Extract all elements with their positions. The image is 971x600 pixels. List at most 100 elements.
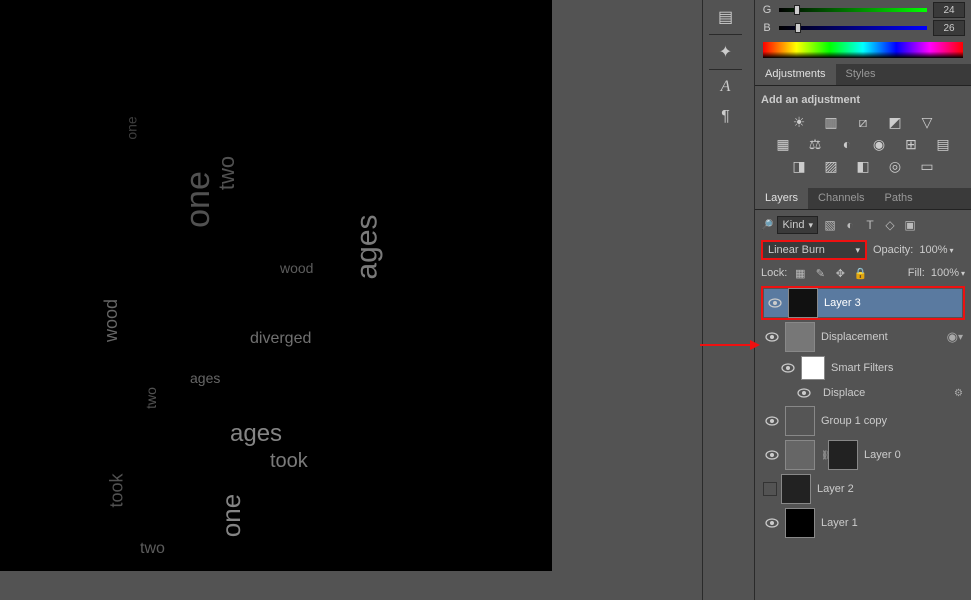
tab-styles[interactable]: Styles — [836, 64, 886, 85]
character-icon[interactable]: A — [711, 74, 741, 100]
visibility-toggle-off[interactable] — [763, 482, 777, 496]
layer-name[interactable]: Displacement — [821, 331, 943, 343]
opacity-label: Opacity: — [873, 244, 913, 256]
visibility-toggle[interactable] — [763, 446, 781, 464]
filter-shape-icon[interactable]: ◇ — [882, 217, 898, 233]
adjustments-panel: Adjustments Styles Add an adjustment ☀ ▥… — [755, 64, 971, 188]
layer-name[interactable]: Layer 0 — [864, 449, 963, 461]
right-panel-stack: G B Adjustments Styles Add an adjustment… — [754, 0, 971, 600]
layer-row[interactable]: Layer 1 — [761, 506, 965, 540]
art-word: ages — [351, 214, 385, 279]
photo-filter-icon[interactable]: ◉ — [870, 136, 888, 152]
g-slider[interactable] — [779, 5, 927, 15]
g-input[interactable] — [933, 2, 965, 18]
tab-paths[interactable]: Paths — [875, 188, 923, 209]
filter-mask-thumbnail[interactable] — [801, 356, 825, 380]
levels-icon[interactable]: ▥ — [822, 114, 840, 130]
selective-icon[interactable]: ◎ — [886, 158, 904, 174]
filter-name[interactable]: Displace — [823, 387, 954, 399]
visibility-toggle[interactable] — [763, 514, 781, 532]
filter-kind-select[interactable]: Kind▾ — [777, 216, 818, 234]
canvas-artwork: one two wood ages took diverged one two … — [80, 60, 480, 560]
histogram-icon[interactable]: ▤ — [711, 4, 741, 30]
layer-thumbnail[interactable] — [785, 406, 815, 436]
blend-mode-select[interactable]: Linear Burn ▾ — [761, 240, 867, 260]
layer-thumbnail[interactable] — [785, 322, 815, 352]
hue-icon[interactable]: ▦ — [774, 136, 792, 152]
chevron-down-icon: ▾ — [855, 245, 860, 256]
canvas[interactable]: one two wood ages took diverged one two … — [0, 0, 552, 571]
art-word: two — [140, 540, 165, 558]
tab-adjustments[interactable]: Adjustments — [755, 64, 836, 85]
layer-thumbnail[interactable] — [785, 508, 815, 538]
art-word: one — [216, 494, 247, 537]
layer-name[interactable]: Layer 1 — [821, 517, 963, 529]
lock-label: Lock: — [761, 267, 787, 279]
filter-settings-icon[interactable]: ⚙ — [954, 388, 963, 399]
mask-thumbnail[interactable] — [828, 440, 858, 470]
art-word: two — [214, 156, 240, 190]
filter-pixel-icon[interactable]: ▧ — [822, 217, 838, 233]
fill-value[interactable]: 100%▾ — [931, 267, 965, 279]
exposure-icon[interactable]: ◩ — [886, 114, 904, 130]
b-input[interactable] — [933, 20, 965, 36]
art-word: took — [107, 473, 128, 507]
lock-position-icon[interactable]: ✥ — [833, 266, 847, 280]
curves-icon[interactable]: ⧄ — [854, 114, 872, 130]
filter-type-icon[interactable]: T — [862, 217, 878, 233]
layer-name[interactable]: Group 1 copy — [821, 415, 963, 427]
layer-thumbnail[interactable] — [785, 440, 815, 470]
layer-row-smartfilters[interactable]: Smart Filters — [761, 354, 965, 382]
collapse-icon[interactable]: ▾ — [958, 332, 963, 343]
bw-icon[interactable]: ◐ — [838, 136, 856, 152]
invert-icon[interactable]: ◨ — [790, 158, 808, 174]
layers-panel: Layers Channels Paths 🔎 Kind▾ ▧ ◐ T ◇ ▣ … — [755, 188, 971, 546]
layers-list: Layer 3 Displacement ◉ ▾ Smart Filters — [761, 286, 965, 540]
visibility-toggle[interactable] — [795, 384, 813, 402]
balance-icon[interactable]: ⚖ — [806, 136, 824, 152]
art-word: took — [270, 450, 308, 473]
visibility-toggle[interactable] — [763, 412, 781, 430]
layer-row[interactable]: Group 1 copy — [761, 404, 965, 438]
art-word: wood — [101, 299, 122, 342]
lock-transparent-icon[interactable]: ▦ — [793, 266, 807, 280]
options-strip: ▤ ✦ A ¶ — [702, 0, 748, 600]
tab-channels[interactable]: Channels — [808, 188, 874, 209]
layer-row-filter[interactable]: Displace ⚙ — [761, 382, 965, 404]
layer-name[interactable]: Layer 2 — [817, 483, 963, 495]
lut-icon[interactable]: ▤ — [934, 136, 952, 152]
b-slider[interactable] — [779, 23, 927, 33]
art-word: diverged — [250, 330, 311, 348]
visibility-toggle[interactable] — [763, 328, 781, 346]
filter-kind-icon[interactable]: 🔎 — [761, 220, 773, 231]
spectrum-strip[interactable] — [763, 42, 963, 58]
layer-row[interactable]: ⛓ Layer 0 — [761, 438, 965, 472]
paragraph-icon[interactable]: ¶ — [711, 104, 741, 130]
filter-smart-icon[interactable]: ▣ — [902, 217, 918, 233]
smart-object-icon[interactable]: ◉ — [947, 329, 958, 345]
layer-row[interactable]: Layer 2 — [761, 472, 965, 506]
layer-thumbnail[interactable] — [781, 474, 811, 504]
layer-row-selected[interactable]: Layer 3 — [761, 286, 965, 320]
vibrance-icon[interactable]: ▽ — [918, 114, 936, 130]
layer-name[interactable]: Layer 3 — [824, 297, 960, 309]
brightness-icon[interactable]: ☀ — [790, 114, 808, 130]
art-word: one — [179, 171, 218, 228]
layer-thumbnail[interactable] — [788, 288, 818, 318]
lock-all-icon[interactable]: 🔒 — [853, 266, 867, 280]
visibility-toggle[interactable] — [779, 359, 797, 377]
color-panel: G B — [755, 2, 971, 64]
visibility-toggle[interactable] — [766, 294, 784, 312]
channel-mixer-icon[interactable]: ⊞ — [902, 136, 920, 152]
threshold-icon[interactable]: ◧ — [854, 158, 872, 174]
gradient-map-icon[interactable]: ▭ — [918, 158, 936, 174]
layer-name[interactable]: Smart Filters — [831, 362, 963, 374]
opacity-value[interactable]: 100%▾ — [919, 244, 953, 256]
g-label: G — [761, 4, 773, 16]
filter-adjust-icon[interactable]: ◐ — [842, 217, 858, 233]
layer-row[interactable]: Displacement ◉ ▾ — [761, 320, 965, 354]
tab-layers[interactable]: Layers — [755, 188, 808, 209]
lock-pixels-icon[interactable]: ✎ — [813, 266, 827, 280]
posterize-icon[interactable]: ▨ — [822, 158, 840, 174]
brushes-icon[interactable]: ✦ — [711, 39, 741, 65]
